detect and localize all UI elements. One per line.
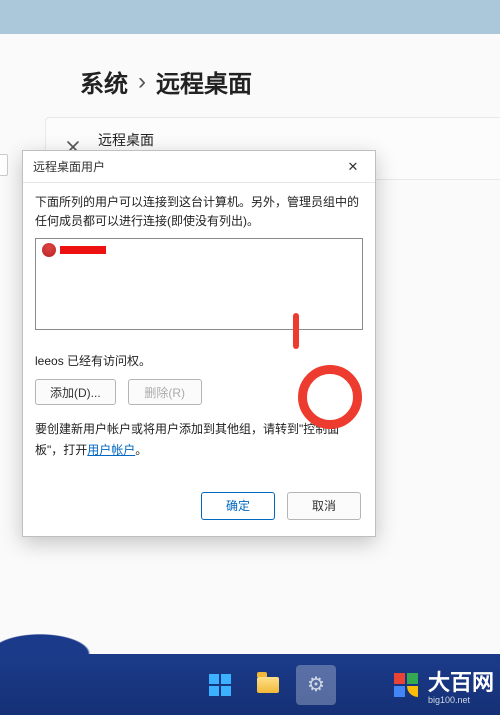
close-button[interactable]: ✕ <box>341 155 365 179</box>
breadcrumb-root[interactable]: 系统 <box>80 64 128 99</box>
watermark: 大百网 big100.net <box>394 665 500 705</box>
windows-icon <box>209 674 231 696</box>
ok-button[interactable]: 确定 <box>201 492 275 520</box>
brand-name: 大百网 <box>428 665 494 697</box>
folder-icon <box>257 677 279 693</box>
username-redacted <box>60 246 106 254</box>
permission-text: leeos 已经有访问权。 <box>35 352 363 369</box>
window-titlebar <box>0 0 500 34</box>
hint-suffix: 。 <box>135 443 147 457</box>
file-explorer-button[interactable] <box>248 665 288 705</box>
gear-icon: ⚙ <box>305 674 327 696</box>
remote-desktop-users-dialog: 远程桌面用户 ✕ 下面所列的用户可以连接到这台计算机。另外，管理员组中的任何成员… <box>22 150 376 537</box>
list-item[interactable] <box>42 243 356 257</box>
hint-prefix: 要创建新用户帐户或将用户添加到其他组，请转到"控制面板"，打开 <box>35 422 339 456</box>
hint-text: 要创建新用户帐户或将用户添加到其他组，请转到"控制面板"，打开用户帐户。 <box>35 419 363 460</box>
close-icon: ✕ <box>348 159 359 175</box>
brand-logo-icon <box>394 673 418 697</box>
page-title: 远程桌面 <box>156 64 252 99</box>
breadcrumb: 系统 › 远程桌面 <box>0 64 500 117</box>
dialog-description: 下面所列的用户可以连接到这台计算机。另外，管理员组中的任何成员都可以进行连接(即… <box>35 193 363 230</box>
nav-back-button[interactable] <box>0 154 8 176</box>
cancel-button[interactable]: 取消 <box>287 492 361 520</box>
user-icon <box>42 243 56 257</box>
add-button[interactable]: 添加(D)... <box>35 379 116 405</box>
user-accounts-link[interactable]: 用户帐户 <box>87 443 135 457</box>
section-title: 远程桌面 <box>98 130 329 150</box>
start-button[interactable] <box>200 665 240 705</box>
taskbar: ⚙ 大百网 big100.net <box>0 654 500 715</box>
remove-button[interactable]: 删除(R) <box>128 379 202 405</box>
dialog-title: 远程桌面用户 <box>33 158 105 175</box>
users-listbox[interactable] <box>35 238 363 330</box>
settings-taskbar-button[interactable]: ⚙ <box>296 665 336 705</box>
chevron-right-icon: › <box>138 68 146 96</box>
